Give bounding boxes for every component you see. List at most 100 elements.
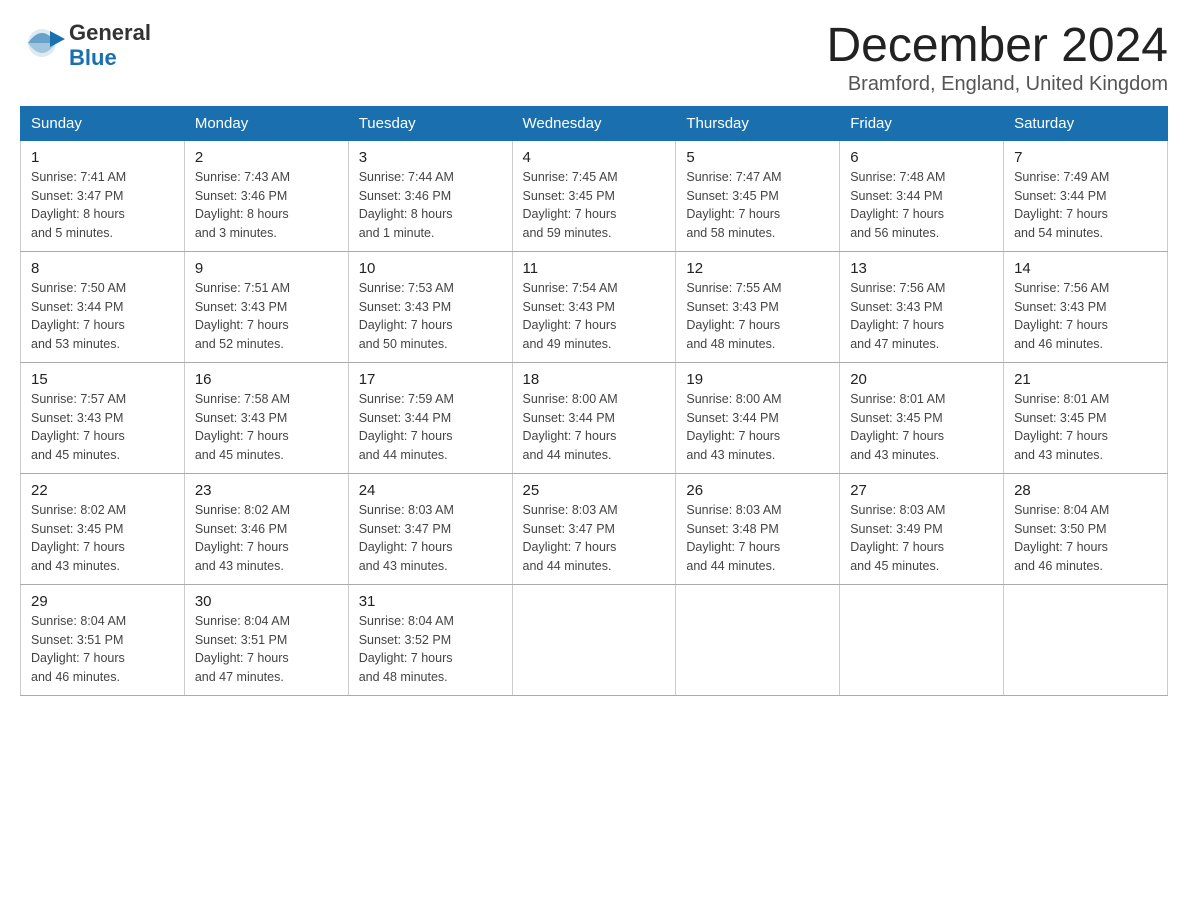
calendar-cell: 29 Sunrise: 8:04 AMSunset: 3:51 PMDayligh… <box>21 584 185 695</box>
calendar-cell: 27 Sunrise: 8:03 AMSunset: 3:49 PMDayligh… <box>840 473 1004 584</box>
day-info: Sunrise: 7:57 AMSunset: 3:43 PMDaylight:… <box>31 390 174 465</box>
calendar-cell: 10 Sunrise: 7:53 AMSunset: 3:43 PMDayligh… <box>348 251 512 362</box>
week-row-3: 15 Sunrise: 7:57 AMSunset: 3:43 PMDayligh… <box>21 362 1168 473</box>
day-info: Sunrise: 7:43 AMSunset: 3:46 PMDaylight:… <box>195 168 338 243</box>
calendar-cell: 18 Sunrise: 8:00 AMSunset: 3:44 PMDayligh… <box>512 362 676 473</box>
weekday-header-row: SundayMondayTuesdayWednesdayThursdayFrid… <box>21 106 1168 140</box>
week-row-5: 29 Sunrise: 8:04 AMSunset: 3:51 PMDayligh… <box>21 584 1168 695</box>
day-info: Sunrise: 7:47 AMSunset: 3:45 PMDaylight:… <box>686 168 829 243</box>
calendar-cell: 6Sunrise: 7:48 AMSunset: 3:44 PMDaylight… <box>840 140 1004 251</box>
location: Bramford, England, United Kingdom <box>826 73 1168 96</box>
day-number: 30 <box>195 593 338 610</box>
day-number: 18 <box>523 371 666 388</box>
calendar-cell: 11 Sunrise: 7:54 AMSunset: 3:43 PMDayligh… <box>512 251 676 362</box>
day-number: 15 <box>31 371 174 388</box>
calendar-cell: 4 Sunrise: 7:45 AMSunset: 3:45 PMDaylight… <box>512 140 676 251</box>
calendar-cell: 5Sunrise: 7:47 AMSunset: 3:45 PMDaylight… <box>676 140 840 251</box>
week-row-1: 1 Sunrise: 7:41 AMSunset: 3:47 PMDaylight… <box>21 140 1168 251</box>
calendar-cell: 23Sunrise: 8:02 AMSunset: 3:46 PMDayligh… <box>184 473 348 584</box>
day-info: Sunrise: 7:58 AMSunset: 3:43 PMDaylight:… <box>195 390 338 465</box>
page-header: General Blue December 2024 Bramford, Eng… <box>20 20 1168 96</box>
calendar-cell: 16 Sunrise: 7:58 AMSunset: 3:43 PMDayligh… <box>184 362 348 473</box>
day-number: 13 <box>850 260 993 277</box>
day-info: Sunrise: 8:04 AMSunset: 3:52 PMDaylight:… <box>359 612 502 687</box>
day-info: Sunrise: 7:53 AMSunset: 3:43 PMDaylight:… <box>359 279 502 354</box>
calendar-cell: 24Sunrise: 8:03 AMSunset: 3:47 PMDayligh… <box>348 473 512 584</box>
day-number: 28 <box>1014 482 1157 499</box>
day-number: 21 <box>1014 371 1157 388</box>
calendar-cell: 8Sunrise: 7:50 AMSunset: 3:44 PMDaylight… <box>21 251 185 362</box>
day-number: 22 <box>31 482 174 499</box>
day-info: Sunrise: 7:44 AMSunset: 3:46 PMDaylight:… <box>359 168 502 243</box>
day-number: 25 <box>523 482 666 499</box>
day-info: Sunrise: 8:01 AMSunset: 3:45 PMDaylight:… <box>1014 390 1157 465</box>
day-number: 12 <box>686 260 829 277</box>
title-block: December 2024 Bramford, England, United … <box>826 20 1168 96</box>
logo-text: General Blue <box>69 20 151 71</box>
day-number: 17 <box>359 371 502 388</box>
day-info: Sunrise: 7:41 AMSunset: 3:47 PMDaylight:… <box>31 168 174 243</box>
month-title: December 2024 <box>826 20 1168 73</box>
weekday-header-thursday: Thursday <box>676 106 840 140</box>
calendar-cell: 25Sunrise: 8:03 AMSunset: 3:47 PMDayligh… <box>512 473 676 584</box>
day-number: 4 <box>523 149 666 166</box>
weekday-header-tuesday: Tuesday <box>348 106 512 140</box>
day-number: 27 <box>850 482 993 499</box>
day-info: Sunrise: 8:03 AMSunset: 3:49 PMDaylight:… <box>850 501 993 576</box>
calendar-cell: 13 Sunrise: 7:56 AMSunset: 3:43 PMDayligh… <box>840 251 1004 362</box>
calendar-cell: 31 Sunrise: 8:04 AMSunset: 3:52 PMDayligh… <box>348 584 512 695</box>
day-number: 29 <box>31 593 174 610</box>
day-info: Sunrise: 7:48 AMSunset: 3:44 PMDaylight:… <box>850 168 993 243</box>
week-row-4: 22 Sunrise: 8:02 AMSunset: 3:45 PMDayligh… <box>21 473 1168 584</box>
logo-general: General <box>69 20 151 45</box>
day-number: 31 <box>359 593 502 610</box>
day-number: 7 <box>1014 149 1157 166</box>
day-info: Sunrise: 8:00 AMSunset: 3:44 PMDaylight:… <box>523 390 666 465</box>
day-info: Sunrise: 8:01 AMSunset: 3:45 PMDaylight:… <box>850 390 993 465</box>
calendar-cell: 9 Sunrise: 7:51 AMSunset: 3:43 PMDaylight… <box>184 251 348 362</box>
calendar-cell: 26Sunrise: 8:03 AMSunset: 3:48 PMDayligh… <box>676 473 840 584</box>
day-info: Sunrise: 7:51 AMSunset: 3:43 PMDaylight:… <box>195 279 338 354</box>
day-number: 16 <box>195 371 338 388</box>
logo-blue: Blue <box>69 45 151 70</box>
day-info: Sunrise: 8:00 AMSunset: 3:44 PMDaylight:… <box>686 390 829 465</box>
calendar-cell: 1 Sunrise: 7:41 AMSunset: 3:47 PMDaylight… <box>21 140 185 251</box>
day-info: Sunrise: 7:45 AMSunset: 3:45 PMDaylight:… <box>523 168 666 243</box>
day-info: Sunrise: 8:04 AMSunset: 3:51 PMDaylight:… <box>195 612 338 687</box>
calendar-cell: 15 Sunrise: 7:57 AMSunset: 3:43 PMDayligh… <box>21 362 185 473</box>
calendar-cell: 19 Sunrise: 8:00 AMSunset: 3:44 PMDayligh… <box>676 362 840 473</box>
weekday-header-saturday: Saturday <box>1004 106 1168 140</box>
calendar-cell: 17Sunrise: 7:59 AMSunset: 3:44 PMDayligh… <box>348 362 512 473</box>
day-number: 26 <box>686 482 829 499</box>
calendar-cell <box>512 584 676 695</box>
day-info: Sunrise: 8:02 AMSunset: 3:46 PMDaylight:… <box>195 501 338 576</box>
calendar-cell: 2Sunrise: 7:43 AMSunset: 3:46 PMDaylight… <box>184 140 348 251</box>
day-info: Sunrise: 7:54 AMSunset: 3:43 PMDaylight:… <box>523 279 666 354</box>
calendar-cell: 3 Sunrise: 7:44 AMSunset: 3:46 PMDaylight… <box>348 140 512 251</box>
calendar-cell <box>676 584 840 695</box>
day-number: 9 <box>195 260 338 277</box>
day-info: Sunrise: 7:55 AMSunset: 3:43 PMDaylight:… <box>686 279 829 354</box>
calendar-cell: 22 Sunrise: 8:02 AMSunset: 3:45 PMDayligh… <box>21 473 185 584</box>
calendar-table: SundayMondayTuesdayWednesdayThursdayFrid… <box>20 106 1168 696</box>
weekday-header-sunday: Sunday <box>21 106 185 140</box>
week-row-2: 8Sunrise: 7:50 AMSunset: 3:44 PMDaylight… <box>21 251 1168 362</box>
calendar-cell <box>840 584 1004 695</box>
day-info: Sunrise: 8:04 AMSunset: 3:50 PMDaylight:… <box>1014 501 1157 576</box>
day-number: 8 <box>31 260 174 277</box>
day-info: Sunrise: 7:56 AMSunset: 3:43 PMDaylight:… <box>850 279 993 354</box>
calendar-cell: 21 Sunrise: 8:01 AMSunset: 3:45 PMDayligh… <box>1004 362 1168 473</box>
calendar-cell: 7Sunrise: 7:49 AMSunset: 3:44 PMDaylight… <box>1004 140 1168 251</box>
weekday-header-monday: Monday <box>184 106 348 140</box>
day-number: 10 <box>359 260 502 277</box>
day-number: 3 <box>359 149 502 166</box>
day-info: Sunrise: 8:02 AMSunset: 3:45 PMDaylight:… <box>31 501 174 576</box>
day-number: 19 <box>686 371 829 388</box>
day-number: 11 <box>523 260 666 277</box>
day-info: Sunrise: 7:56 AMSunset: 3:43 PMDaylight:… <box>1014 279 1157 354</box>
logo: General Blue <box>20 20 151 71</box>
calendar-cell: 12 Sunrise: 7:55 AMSunset: 3:43 PMDayligh… <box>676 251 840 362</box>
day-info: Sunrise: 8:04 AMSunset: 3:51 PMDaylight:… <box>31 612 174 687</box>
day-number: 20 <box>850 371 993 388</box>
day-number: 1 <box>31 149 174 166</box>
